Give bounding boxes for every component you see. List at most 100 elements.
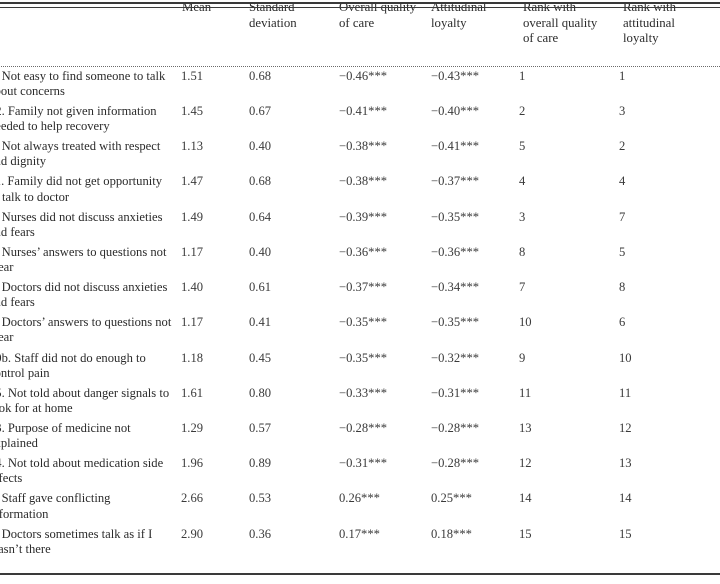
table-row: 2. Staff gave conflicting information 2.6… xyxy=(0,489,720,524)
column-header-overall-quality-line-2: of care xyxy=(339,15,375,30)
cell-rank-overall-quality-of-care: 13 xyxy=(519,421,532,436)
cell-rank-attitudinal-loyalty: 2 xyxy=(619,139,626,154)
cell-mean: 1.13 xyxy=(181,139,204,154)
cell-overall-quality-of-care: −0.39*** xyxy=(339,209,388,224)
table-top-rule-outer xyxy=(0,2,720,4)
cell-rank-attitudinal-loyalty: 5 xyxy=(619,244,626,259)
cell-rank-overall-quality-of-care: 1 xyxy=(519,68,526,83)
cell-mean: 1.61 xyxy=(181,385,204,400)
table-row: 13. Purpose of medicine not explained 1.2… xyxy=(0,419,720,454)
cell-attitudinal-loyalty: −0.28*** xyxy=(431,421,480,436)
cell-rank-overall-quality-of-care: 10 xyxy=(519,315,532,330)
cell-rank-overall-quality-of-care: 5 xyxy=(519,139,526,154)
cell-overall-quality-of-care: −0.36*** xyxy=(339,244,388,259)
cell-standard-deviation: 0.41 xyxy=(249,315,272,330)
cell-standard-deviation: 0.57 xyxy=(249,421,272,436)
table-content: Mean Standard deviation Overall quality … xyxy=(0,0,720,575)
row-label-cell: 12. Family not given information needed … xyxy=(0,104,157,134)
cell-mean: 1.18 xyxy=(181,350,204,365)
cell-rank-overall-quality-of-care: 9 xyxy=(519,350,526,365)
cell-rank-attitudinal-loyalty: 3 xyxy=(619,104,626,119)
cell-standard-deviation: 0.64 xyxy=(249,209,272,224)
cell-attitudinal-loyalty: −0.32*** xyxy=(431,350,480,365)
cell-standard-deviation: 0.45 xyxy=(249,350,272,365)
cell-rank-overall-quality-of-care: 4 xyxy=(519,174,526,189)
cell-mean: 1.49 xyxy=(181,209,204,224)
table-header-separator-rule xyxy=(0,66,720,67)
cell-overall-quality-of-care: −0.35*** xyxy=(339,350,388,365)
cell-standard-deviation: 0.67 xyxy=(249,104,272,119)
cell-overall-quality-of-care: −0.37*** xyxy=(339,280,388,295)
cell-attitudinal-loyalty: −0.31*** xyxy=(431,385,480,400)
table-row: 14. Not told about medication side effec… xyxy=(0,454,720,489)
cell-overall-quality-of-care: −0.31*** xyxy=(339,456,388,471)
header-bottom-spacer xyxy=(0,47,720,67)
row-label-cell: 6. Nurses did not discuss anxieties and … xyxy=(0,209,163,239)
cell-rank-attitudinal-loyalty: 10 xyxy=(619,350,632,365)
cell-rank-attitudinal-loyalty: 1 xyxy=(619,68,626,83)
cell-overall-quality-of-care: −0.35*** xyxy=(339,315,388,330)
cell-rank-attitudinal-loyalty: 11 xyxy=(619,385,632,400)
cell-standard-deviation: 0.53 xyxy=(249,491,272,506)
table-row: 10b. Staff did not do enough to control … xyxy=(0,349,720,384)
cell-rank-overall-quality-of-care: 2 xyxy=(519,104,526,119)
cell-standard-deviation: 0.40 xyxy=(249,139,272,154)
table-header: Mean Standard deviation Overall quality … xyxy=(0,0,720,67)
cell-mean: 1.47 xyxy=(181,174,204,189)
row-label-cell: 5. Nurses’ answers to questions not clea… xyxy=(0,244,167,275)
row-label-cell: 10b. Staff did not do enough to control … xyxy=(0,350,146,380)
cell-attitudinal-loyalty: −0.35*** xyxy=(431,315,480,330)
table-row: 1. Not always treated with respect and d… xyxy=(0,137,720,172)
cell-attitudinal-loyalty: −0.43*** xyxy=(431,68,480,83)
row-label-cell: 14. Not told about medication side effec… xyxy=(0,456,164,486)
row-label-cell: 11. Family did not get opportunity to ta… xyxy=(0,174,163,204)
cell-standard-deviation: 0.36 xyxy=(249,526,272,541)
cell-overall-quality-of-care: −0.46*** xyxy=(339,68,388,83)
row-label-cell: 2. Staff gave conflicting information xyxy=(0,491,111,521)
cell-mean: 2.66 xyxy=(181,491,204,506)
cell-mean: 1.17 xyxy=(181,244,204,259)
cell-mean: 1.29 xyxy=(181,421,204,436)
row-label-cell: 3. Doctors’ answers to questions not cle… xyxy=(0,315,172,345)
table-row: 5. Nurses’ answers to questions not clea… xyxy=(0,243,720,278)
row-label-cell: 15. Not told about danger signals to loo… xyxy=(0,385,170,415)
cell-standard-deviation: 0.68 xyxy=(249,68,272,83)
table-row: 4. Doctors did not discuss anxieties and… xyxy=(0,278,720,313)
table-row: 7. Doctors sometimes talk as if I wasn’t… xyxy=(0,525,720,560)
cell-attitudinal-loyalty: 0.25*** xyxy=(431,491,472,506)
cell-rank-overall-quality-of-care: 3 xyxy=(519,209,526,224)
cell-rank-attitudinal-loyalty: 4 xyxy=(619,174,626,189)
column-header-rank-attitudinal-loyalty-line-2: attitudinal xyxy=(623,15,675,30)
cell-standard-deviation: 0.80 xyxy=(249,385,272,400)
cell-overall-quality-of-care: 0.17*** xyxy=(339,526,380,541)
cell-mean: 1.40 xyxy=(181,280,204,295)
cell-standard-deviation: 0.68 xyxy=(249,174,272,189)
cell-standard-deviation: 0.61 xyxy=(249,280,272,295)
cell-rank-attitudinal-loyalty: 15 xyxy=(619,526,632,541)
cell-attitudinal-loyalty: −0.36*** xyxy=(431,244,480,259)
table-row: 6. Nurses did not discuss anxieties and … xyxy=(0,208,720,243)
row-label-cell: 7. Doctors sometimes talk as if I wasn’t… xyxy=(0,526,153,556)
row-label-cell: 8. Not easy to find someone to talk abou… xyxy=(0,68,166,98)
cell-attitudinal-loyalty: 0.18*** xyxy=(431,526,472,541)
cell-rank-attitudinal-loyalty: 12 xyxy=(619,421,632,436)
cell-standard-deviation: 0.40 xyxy=(249,244,272,259)
cell-attitudinal-loyalty: −0.35*** xyxy=(431,209,480,224)
cell-rank-attitudinal-loyalty: 14 xyxy=(619,491,632,506)
cell-attitudinal-loyalty: −0.34*** xyxy=(431,280,480,295)
cell-rank-overall-quality-of-care: 14 xyxy=(519,491,532,506)
cell-rank-attitudinal-loyalty: 13 xyxy=(619,456,632,471)
cell-rank-overall-quality-of-care: 12 xyxy=(519,456,532,471)
cell-overall-quality-of-care: −0.28*** xyxy=(339,421,388,436)
header-bottom-spacer-cell xyxy=(0,47,720,67)
cell-rank-attitudinal-loyalty: 8 xyxy=(619,280,626,295)
table: Mean Standard deviation Overall quality … xyxy=(0,0,720,560)
cell-rank-overall-quality-of-care: 15 xyxy=(519,526,532,541)
column-header-attitudinal-loyalty-line-2: loyalty xyxy=(431,15,467,30)
cell-rank-attitudinal-loyalty: 7 xyxy=(619,209,626,224)
cell-overall-quality-of-care: −0.38*** xyxy=(339,139,388,154)
cell-mean: 1.45 xyxy=(181,104,204,119)
cell-mean: 1.17 xyxy=(181,315,204,330)
table-row: 3. Doctors’ answers to questions not cle… xyxy=(0,313,720,348)
cell-overall-quality-of-care: −0.33*** xyxy=(339,385,388,400)
